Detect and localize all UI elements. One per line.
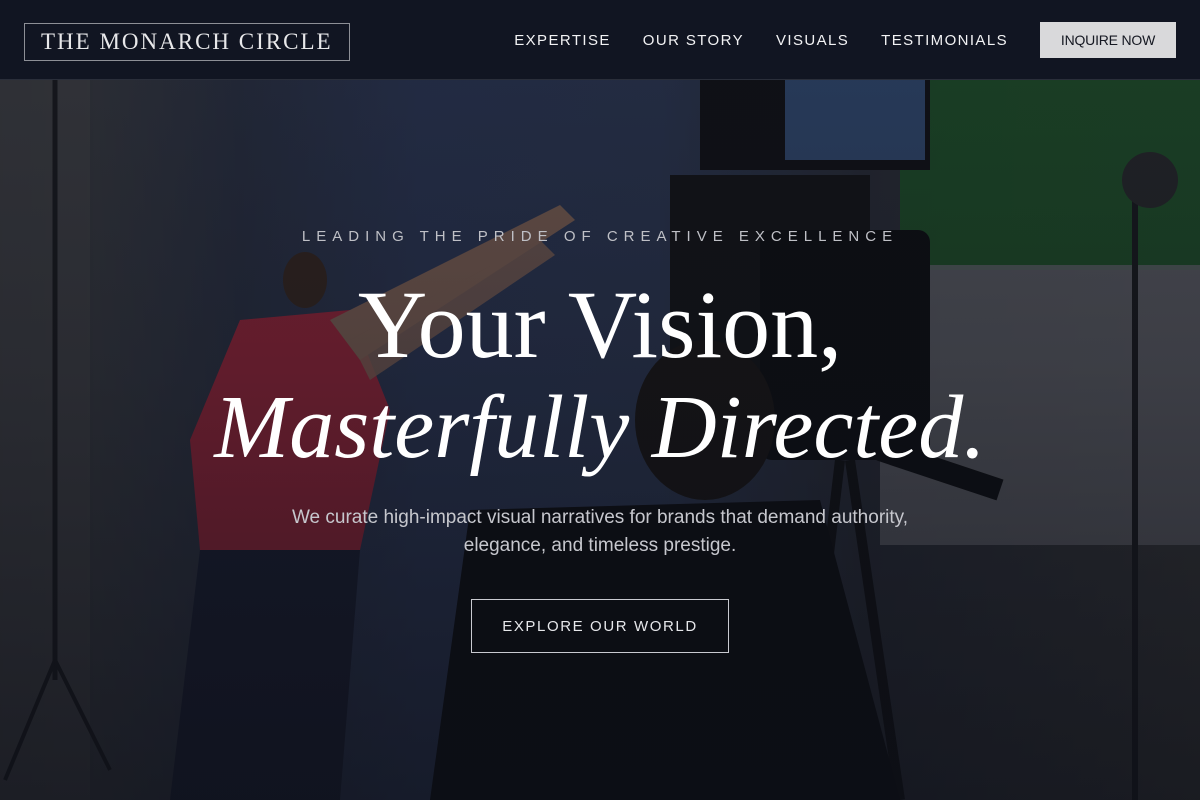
nav-item-testimonials[interactable]: TESTIMONIALS: [881, 32, 1008, 49]
hero-eyebrow: LEADING THE PRIDE OF CREATIVE EXCELLENCE: [301, 228, 899, 245]
hero-headline-line-2: Masterfully Directed.: [214, 378, 986, 477]
site-header: THE MONARCH CIRCLE EXPERTISE OUR STORY V…: [0, 0, 1200, 80]
explore-our-world-button[interactable]: EXPLORE OUR WORLD: [471, 599, 729, 653]
inquire-now-button[interactable]: INQUIRE NOW: [1040, 22, 1176, 58]
nav-item-expertise[interactable]: EXPERTISE: [514, 32, 611, 49]
nav-item-our-story[interactable]: OUR STORY: [643, 32, 744, 49]
hero-subtitle: We curate high-impact visual narratives …: [291, 507, 909, 556]
hero-section: LEADING THE PRIDE OF CREATIVE EXCELLENCE…: [0, 80, 1200, 800]
hero-headline-line-1: Your Vision,: [357, 271, 843, 378]
brand-logo[interactable]: THE MONARCH CIRCLE: [24, 23, 350, 61]
nav-item-visuals[interactable]: VISUALS: [776, 32, 849, 49]
main-navigation: EXPERTISE OUR STORY VISUALS TESTIMONIALS: [514, 0, 1008, 80]
